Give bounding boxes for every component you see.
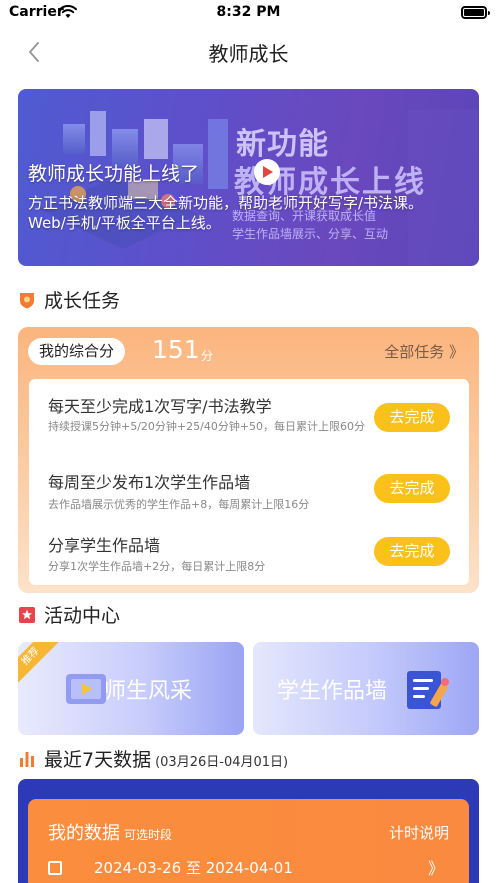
date-range-text: 2024-03-26 至 2024-04-01 [94, 859, 293, 877]
recommended-ribbon: 推荐 [18, 642, 63, 689]
notepad-pen-icon [407, 671, 449, 709]
my-data-label: 我的数据 [48, 823, 120, 844]
activity-center-title: 活动中心 [44, 605, 121, 627]
timing-explanation-link[interactable]: 计时说明 [389, 822, 449, 843]
status-time: 8:32 PM [216, 4, 281, 20]
recent-data-title: 最近7天数据 (03月26日-04月01日) [44, 745, 288, 772]
calendar-icon [48, 861, 62, 875]
task-list: 每天至少完成1次写字/书法教学 持续授课5分钟+5/20分钟+25/40分钟+5… [29, 379, 469, 585]
complete-task-button[interactable]: 去完成 [374, 403, 450, 432]
date-range-arrow[interactable]: 》 [428, 855, 444, 879]
task-title: 每周至少发布1次学生作品墙 [48, 473, 251, 492]
task-title: 每天至少完成1次写字/书法教学 [48, 397, 272, 416]
growth-tasks-title: 成长任务 [44, 290, 121, 312]
date-range-selector[interactable]: 2024-03-26 至 2024-04-01 [48, 857, 448, 878]
task-description: 持续授课5分钟+5/20分钟+25/40分钟+50，每日累计上限60分 [48, 420, 366, 433]
star-flag-icon [19, 607, 35, 623]
growth-task-card: 我的综合分 151 分 全部任务 》 每天至少完成1次写字/书法教学 持续授课5… [18, 327, 479, 593]
task-description: 去作品墙展示优秀的学生作品+8，每周累计上限16分 [48, 498, 310, 511]
play-icon[interactable] [254, 159, 280, 185]
score-label: 我的综合分 [28, 338, 126, 365]
my-data-title: 我的数据 可选时段 [48, 819, 172, 845]
student-work-wall-card[interactable]: 学生作品墙 [253, 642, 479, 735]
shield-icon [20, 293, 34, 309]
complete-task-button[interactable]: 去完成 [374, 537, 450, 566]
teacher-student-showcase-card[interactable]: 推荐 师生风采 [18, 642, 244, 735]
score-value: 151 [152, 335, 200, 364]
complete-task-button[interactable]: 去完成 [374, 474, 450, 503]
all-tasks-link[interactable]: 全部任务 》 [384, 341, 464, 362]
video-icon [66, 674, 106, 704]
banner-title: 教师成长功能上线了 [28, 163, 200, 185]
my-data-panel: 我的数据 可选时段 计时说明 2024-03-26 至 2024-04-01 》 [18, 779, 479, 883]
nav-bar: 教师成长 [0, 26, 497, 78]
recent-data-label: 最近7天数据 [44, 749, 152, 771]
date-range-label: (03月26日-04月01日) [155, 755, 289, 770]
score-unit: 分 [201, 349, 214, 363]
my-data-card: 我的数据 可选时段 计时说明 2024-03-26 至 2024-04-01 》 [28, 799, 469, 883]
status-bar: Carrier 8:32 PM [0, 0, 497, 26]
battery-icon [461, 6, 490, 19]
teacher-student-showcase-label: 师生风采 [104, 679, 193, 704]
page-title: 教师成长 [208, 42, 289, 66]
task-title: 分享学生作品墙 [48, 536, 161, 555]
bar-chart-icon [20, 752, 34, 767]
announcement-banner[interactable]: 新功能 教师成长上线 数据查询、开课获取成长值 学生作品墙展示、分享、互动 教师… [18, 89, 479, 266]
student-work-wall-label: 学生作品墙 [277, 679, 388, 704]
task-description: 分享1次学生作品墙+2分，每日累计上限8分 [48, 560, 266, 573]
selectable-period-label: 可选时段 [124, 828, 173, 842]
banner-description: 方正书法教师端三大全新功能，帮助老师开好写字/书法课。Web/手机/平板全平台上… [28, 194, 424, 232]
